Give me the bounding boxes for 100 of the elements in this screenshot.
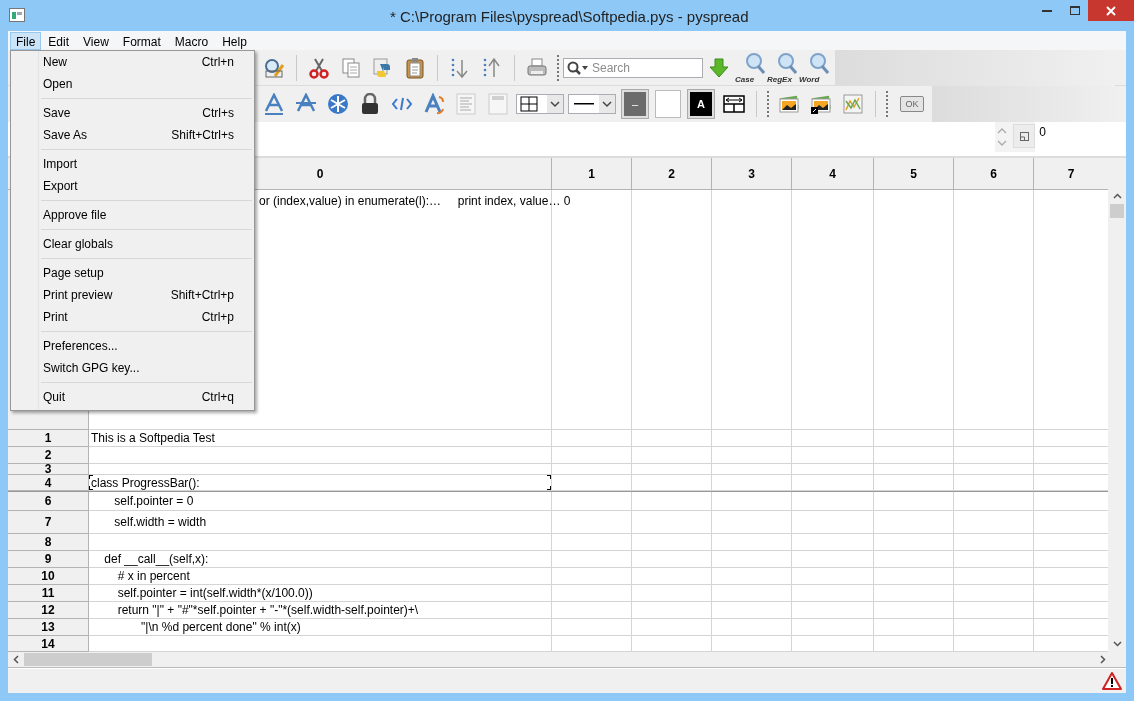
- scroll-up-icon[interactable]: [1112, 193, 1122, 199]
- table-cell: This is a Softpedia Test: [91, 432, 215, 444]
- row-header[interactable]: 10: [8, 568, 89, 585]
- image-icon[interactable]: [778, 93, 800, 115]
- menu-item[interactable]: Switch GPG key...: [39, 357, 254, 379]
- copy-icon[interactable]: [340, 56, 362, 79]
- shortcut-label: Ctrl+p: [201, 309, 234, 326]
- lock-icon[interactable]: [359, 93, 381, 115]
- column-header[interactable]: 6: [954, 158, 1034, 190]
- shortcut-label: Shift+Ctrl+p: [170, 287, 234, 304]
- line-color-button[interactable]: –: [622, 90, 648, 118]
- text-color-button[interactable]: A: [688, 90, 714, 118]
- line-chart-icon[interactable]: [842, 93, 864, 115]
- ok-button[interactable]: OK: [900, 96, 924, 112]
- find-replace-icon[interactable]: [263, 56, 285, 79]
- table-cell: class ProgressBar():: [91, 476, 200, 489]
- menu-item[interactable]: New Ctrl+n: [39, 51, 254, 73]
- row-header[interactable]: 3: [8, 464, 89, 475]
- table-button[interactable]: [1013, 124, 1036, 148]
- app-icon: [9, 8, 25, 22]
- menu-item[interactable]: Save Ctrl+s: [39, 102, 254, 124]
- menu-item[interactable]: Save As Shift+Ctrl+s: [39, 124, 254, 146]
- search-option-button[interactable]: Word: [799, 51, 831, 84]
- row-header[interactable]: 12: [8, 602, 89, 619]
- menu-item[interactable]: Print Ctrl+p: [39, 306, 254, 328]
- table-icon: [1019, 131, 1029, 141]
- table-cell-text: "|\n %d percent done" % int(x): [140, 621, 301, 633]
- background-color-button[interactable]: [655, 90, 681, 118]
- column-header[interactable]: 4: [792, 158, 874, 190]
- table-cell-text: # x in percent: [116, 570, 190, 582]
- search-option-button[interactable]: Case: [735, 51, 767, 84]
- border-style-dropdown[interactable]: [516, 94, 564, 114]
- download-arrow-icon[interactable]: [708, 56, 730, 79]
- column-header[interactable]: 3: [712, 158, 792, 190]
- scroll-down-icon[interactable]: [1112, 641, 1122, 647]
- printer-icon[interactable]: [526, 56, 548, 79]
- row-header[interactable]: 1: [8, 430, 89, 447]
- caret-icon: [547, 95, 563, 113]
- snowflake-icon[interactable]: [327, 93, 349, 115]
- sort-ascending-icon[interactable]: [449, 56, 471, 79]
- search-option-button[interactable]: RegEx: [767, 51, 799, 84]
- paste-icon[interactable]: [404, 56, 426, 79]
- row-header[interactable]: 13: [8, 619, 89, 636]
- menu-item[interactable]: Format: [115, 31, 168, 50]
- table-cell-text: self.pointer = int(self.width*(x/100.0)): [116, 587, 313, 599]
- line-icon: [574, 103, 594, 105]
- shortcut-label: Shift+Ctrl+s: [171, 127, 234, 144]
- menu-item[interactable]: File: [10, 31, 42, 50]
- column-header[interactable]: 7: [1034, 158, 1108, 190]
- scroll-thumb[interactable]: [1110, 204, 1124, 218]
- rotate-text-icon[interactable]: [423, 93, 445, 115]
- search-field[interactable]: Search: [563, 57, 703, 78]
- menu-item[interactable]: Clear globals: [39, 233, 254, 255]
- shortcut-label: Ctrl+q: [201, 389, 234, 406]
- scroll-right-icon[interactable]: [1100, 655, 1106, 664]
- line-width-dropdown[interactable]: [568, 94, 616, 114]
- underline-icon[interactable]: [263, 93, 285, 115]
- menu-item[interactable]: Preferences...: [39, 335, 254, 357]
- merge-cells-icon[interactable]: [723, 93, 745, 115]
- row-header[interactable]: 9: [8, 551, 89, 568]
- row-header[interactable]: 11: [8, 585, 89, 602]
- table-cell-text: self.width = width: [113, 516, 207, 528]
- table-cell-text: return "|" + "#"*self.pointer + "-"*(self.width-self.pointer)+\: [116, 604, 419, 616]
- row-header[interactable]: 4: [8, 475, 89, 491]
- menu-item[interactable]: Help: [215, 31, 254, 50]
- menu-item[interactable]: View: [76, 31, 116, 50]
- search-icon[interactable]: [567, 60, 589, 75]
- menu-item[interactable]: Edit: [41, 31, 77, 50]
- minimize-icon[interactable]: [1041, 9, 1052, 12]
- magnifier-icon: [743, 51, 765, 74]
- row-header[interactable]: 14: [8, 636, 89, 652]
- menu-item[interactable]: Approve file: [39, 204, 254, 226]
- scroll-left-icon[interactable]: [13, 655, 19, 664]
- row-header[interactable]: 6: [8, 492, 89, 511]
- menu-item[interactable]: Macro: [167, 31, 216, 50]
- column-header[interactable]: 5: [874, 158, 954, 190]
- sort-descending-icon[interactable]: [481, 56, 503, 79]
- magnifier-icon: [775, 51, 797, 74]
- close-icon[interactable]: [1106, 5, 1116, 16]
- window-title: * C:\Program Files\pyspread\Softpedia.pys - pyspread: [390, 7, 749, 27]
- column-header[interactable]: 1: [552, 158, 632, 190]
- vertical-scrollbar[interactable]: [1108, 158, 1126, 652]
- close-button[interactable]: [1088, 0, 1134, 21]
- image-link-icon[interactable]: [810, 93, 832, 115]
- maximize-icon[interactable]: [1069, 6, 1080, 15]
- table-cell-text: def __call__(self,x):: [103, 553, 209, 565]
- row-header[interactable]: 8: [8, 534, 89, 551]
- menu-item[interactable]: Page setup: [39, 262, 254, 284]
- menu-item[interactable]: Print preview Shift+Ctrl+p: [39, 284, 254, 306]
- column-header[interactable]: 2: [632, 158, 712, 190]
- magnifier-icon: [807, 51, 829, 74]
- row-header[interactable]: 7: [8, 511, 89, 534]
- warning-icon[interactable]: [1102, 672, 1122, 690]
- menu-item[interactable]: Quit Ctrl+q: [39, 386, 254, 408]
- cut-icon[interactable]: [308, 56, 330, 79]
- horizontal-scrollbar[interactable]: [8, 652, 1126, 668]
- menu-item[interactable]: Open: [39, 73, 254, 95]
- row-header[interactable]: 2: [8, 447, 89, 464]
- scroll-thumb[interactable]: [24, 653, 152, 666]
- shortcut-label: Ctrl+n: [201, 54, 234, 71]
